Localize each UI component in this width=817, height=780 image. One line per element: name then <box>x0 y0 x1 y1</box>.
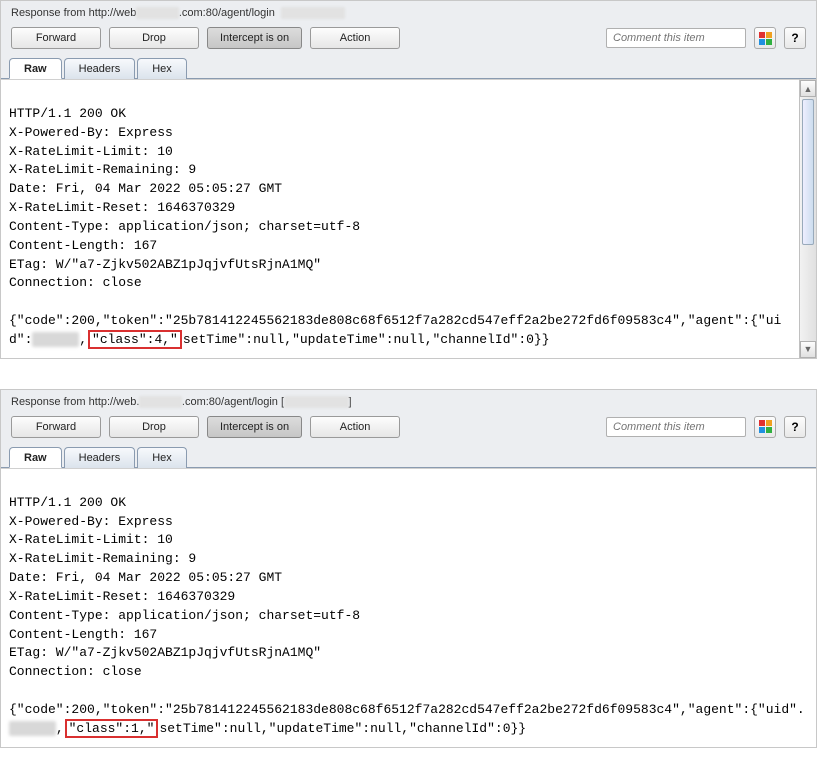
scroll-thumb[interactable] <box>802 99 814 245</box>
response-panel: Response from http://webxxxxxxx.com:80/a… <box>0 0 817 359</box>
scroll-track[interactable] <box>800 97 816 341</box>
http-header-line: Connection: close <box>9 275 142 290</box>
http-header-line: Date: Fri, 04 Mar 2022 05:05:27 GMT <box>9 181 282 196</box>
http-header-line: X-RateLimit-Limit: 10 <box>9 532 173 547</box>
tab-hex[interactable]: Hex <box>137 447 187 468</box>
panel-title: Response from http://webxxxxxxx.com:80/a… <box>1 1 816 23</box>
forward-button[interactable]: Forward <box>11 416 101 438</box>
tab-hex[interactable]: Hex <box>137 58 187 79</box>
http-header-line: X-RateLimit-Remaining: 9 <box>9 162 196 177</box>
help-icon[interactable]: ? <box>784 27 806 49</box>
body-pre: {"code":200,"token":"25b781412245562183d… <box>9 702 805 717</box>
redacted-extra: xxxxxxxxxxx <box>281 7 346 19</box>
tab-raw[interactable]: Raw <box>9 58 62 79</box>
body-post: setTime":null,"updateTime":null,"channel… <box>183 332 550 347</box>
http-header-line: X-RateLimit-Limit: 10 <box>9 144 173 159</box>
panel-title: Response from http://web.xxxxxxx.com:80/… <box>1 390 816 412</box>
response-panel: Response from http://web.xxxxxxx.com:80/… <box>0 389 817 748</box>
tab-headers[interactable]: Headers <box>64 58 136 79</box>
http-header-line: X-Powered-By: Express <box>9 514 173 529</box>
scroll-down-icon[interactable]: ▼ <box>800 341 816 358</box>
http-header-line: X-RateLimit-Remaining: 9 <box>9 551 196 566</box>
title-suffix: .com:80/agent/login [ <box>182 396 284 408</box>
http-header-line: Content-Length: 167 <box>9 627 157 642</box>
intercept-button[interactable]: Intercept is on <box>207 416 302 438</box>
redacted-bracket: xxxxxxxxxxx <box>284 396 349 408</box>
http-header-line: Content-Type: application/json; charset=… <box>9 608 360 623</box>
tab-raw[interactable]: Raw <box>9 447 62 468</box>
redacted-host: xxxxxxx <box>136 7 179 19</box>
redacted-host: xxxxxxx <box>139 396 182 408</box>
title-prefix: Response from http://web. <box>11 396 139 408</box>
response-content[interactable]: HTTP/1.1 200 OK X-Powered-By: Express X-… <box>1 79 799 358</box>
drop-button[interactable]: Drop <box>109 416 199 438</box>
scroll-up-icon[interactable]: ▲ <box>800 80 816 97</box>
color-grid-icon[interactable] <box>754 416 776 438</box>
redacted-uid: xxxxxx <box>9 721 56 736</box>
title-suffix: .com:80/agent/login <box>179 7 275 19</box>
body-post: setTime":null,"updateTime":null,"channel… <box>159 721 526 736</box>
http-header-line: HTTP/1.1 200 OK <box>9 495 126 510</box>
comment-input[interactable] <box>606 417 746 437</box>
title-close: ] <box>349 396 352 408</box>
http-header-line: HTTP/1.1 200 OK <box>9 106 126 121</box>
tabs: Raw Headers Hex <box>1 57 816 79</box>
comment-input[interactable] <box>606 28 746 48</box>
http-header-line: Content-Length: 167 <box>9 238 157 253</box>
http-header-line: ETag: W/"a7-Zjkv502ABZ1pJqjvfUtsRjnA1MQ" <box>9 645 321 660</box>
action-button[interactable]: Action <box>310 27 400 49</box>
http-header-line: Connection: close <box>9 664 142 679</box>
color-grid-icon[interactable] <box>754 27 776 49</box>
response-content[interactable]: HTTP/1.1 200 OK X-Powered-By: Express X-… <box>1 468 816 747</box>
help-icon[interactable]: ? <box>784 416 806 438</box>
forward-button[interactable]: Forward <box>11 27 101 49</box>
toolbar: Forward Drop Intercept is on Action ? <box>1 23 816 57</box>
title-prefix: Response from http://web <box>11 7 136 19</box>
http-header-line: X-RateLimit-Reset: 1646370329 <box>9 589 235 604</box>
http-header-line: Content-Type: application/json; charset=… <box>9 219 360 234</box>
highlight-class: "class":1," <box>65 719 159 738</box>
intercept-button[interactable]: Intercept is on <box>207 27 302 49</box>
scrollbar[interactable]: ▲ ▼ <box>799 79 816 358</box>
http-header-line: X-RateLimit-Reset: 1646370329 <box>9 200 235 215</box>
http-header-line: ETag: W/"a7-Zjkv502ABZ1pJqjvfUtsRjnA1MQ" <box>9 257 321 272</box>
action-button[interactable]: Action <box>310 416 400 438</box>
toolbar: Forward Drop Intercept is on Action ? <box>1 412 816 446</box>
http-header-line: X-Powered-By: Express <box>9 125 173 140</box>
redacted-uid: xxxxxx <box>32 332 79 347</box>
drop-button[interactable]: Drop <box>109 27 199 49</box>
http-header-line: Date: Fri, 04 Mar 2022 05:05:27 GMT <box>9 570 282 585</box>
tabs: Raw Headers Hex <box>1 446 816 468</box>
tab-headers[interactable]: Headers <box>64 447 136 468</box>
highlight-class: "class":4," <box>88 330 182 349</box>
